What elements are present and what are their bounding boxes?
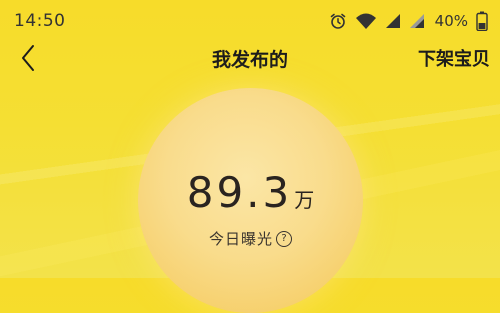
nav-bar: 我发布的 下架宝贝 <box>0 40 500 80</box>
status-time: 14:50 <box>14 11 66 31</box>
signal-icon <box>385 13 401 29</box>
wifi-icon <box>355 12 377 30</box>
exposure-count: 89.3 <box>186 168 293 217</box>
battery-percentage: 40% <box>434 12 468 30</box>
signal-icon <box>409 13 425 29</box>
exposure-label-row: 今日曝光 ? <box>138 228 363 249</box>
status-bar: 14:50 40% <box>0 0 500 40</box>
exposure-unit: 万 <box>294 188 315 212</box>
exposure-stat-circle: 89.3 万 今日曝光 ? <box>138 88 363 313</box>
battery-icon <box>476 11 488 31</box>
alarm-icon <box>329 12 347 30</box>
exposure-value-row: 89.3 万 <box>138 168 363 217</box>
exposure-label: 今日曝光 <box>208 230 273 248</box>
delist-items-button[interactable]: 下架宝贝 <box>418 40 490 80</box>
status-icons: 40% <box>329 10 488 32</box>
help-icon[interactable]: ? <box>276 230 292 247</box>
